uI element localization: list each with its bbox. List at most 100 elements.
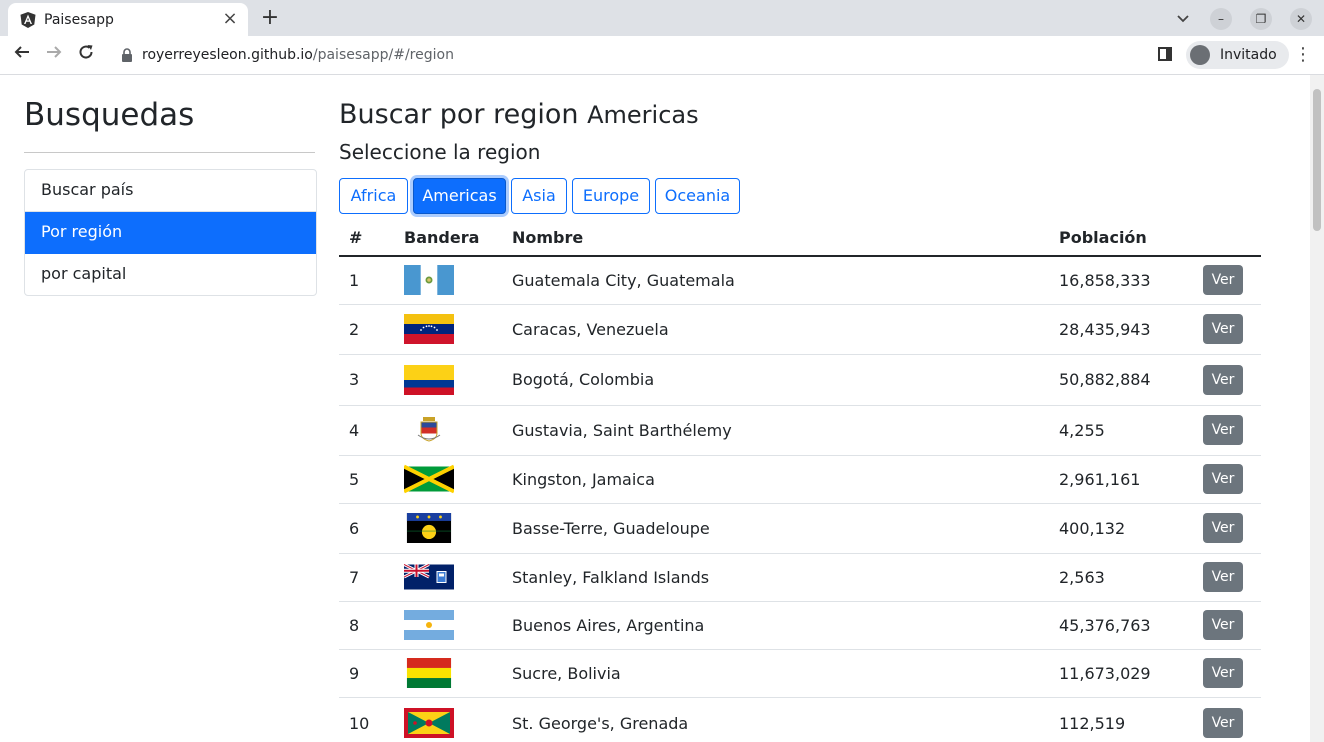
new-tab-icon[interactable]: + (259, 7, 281, 29)
tab-close-icon[interactable]: × (220, 9, 240, 29)
scrollbar-thumb[interactable] (1313, 89, 1321, 231)
browser-toolbar: royerreyesleon.github.io/paisesapp/#/reg… (0, 36, 1324, 75)
row-name: Buenos Aires, Argentina (502, 601, 1049, 650)
row-population: 45,376,763 (1049, 601, 1193, 650)
minimize-icon[interactable]: – (1210, 8, 1232, 30)
table-row: 1 Guatemala City, Guatemala 16,858,333 V… (339, 256, 1261, 305)
row-population: 28,435,943 (1049, 304, 1193, 355)
row-flag (394, 354, 502, 406)
row-number: 9 (339, 649, 394, 698)
table-row: 7 Stanley, Falkland Islands 2,563 Ver (339, 553, 1261, 602)
page-scrollbar[interactable] (1310, 75, 1324, 742)
row-name: Sucre, Bolivia (502, 649, 1049, 698)
page-content: Busquedas Buscar país Por región por cap… (0, 75, 1310, 742)
guatemala-flag-icon (404, 265, 454, 296)
ver-button[interactable]: Ver (1203, 364, 1243, 395)
tab-search-chevron-icon[interactable] (1172, 8, 1194, 30)
reload-icon[interactable] (73, 42, 99, 68)
row-population: 50,882,884 (1049, 354, 1193, 406)
row-name: Stanley, Falkland Islands (502, 553, 1049, 602)
header-population: Población (1049, 220, 1193, 257)
profile-button[interactable]: Invitado (1186, 41, 1289, 69)
region-button-americas[interactable]: Americas (413, 178, 506, 214)
close-window-icon[interactable]: ✕ (1290, 8, 1312, 30)
row-number: 3 (339, 354, 394, 406)
row-action: Ver (1193, 354, 1261, 406)
url-text: royerreyesleon.github.io/paisesapp/#/reg… (142, 47, 454, 63)
table-row: 9 Sucre, Bolivia 11,673,029 Ver (339, 649, 1261, 698)
page-title: Buscar por region Americas (339, 99, 699, 130)
region-button-europe[interactable]: Europe (572, 178, 650, 214)
row-action: Ver (1193, 697, 1261, 742)
ver-button[interactable]: Ver (1203, 610, 1243, 640)
venezuela-flag-icon (404, 314, 454, 344)
back-icon[interactable] (9, 42, 35, 68)
ver-button[interactable]: Ver (1203, 415, 1243, 445)
argentina-flag-icon (404, 610, 454, 640)
row-population: 16,858,333 (1049, 256, 1193, 305)
row-name: Kingston, Jamaica (502, 455, 1049, 504)
ver-button[interactable]: Ver (1203, 265, 1243, 296)
ver-button[interactable]: Ver (1203, 513, 1243, 543)
row-action: Ver (1193, 649, 1261, 698)
tab-title: Paisesapp (44, 12, 114, 28)
row-action: Ver (1193, 304, 1261, 355)
row-action: Ver (1193, 256, 1261, 305)
sidebar-item-por-region[interactable]: Por región (25, 212, 316, 254)
row-flag (394, 304, 502, 355)
avatar-icon (1190, 45, 1210, 65)
row-flag (394, 697, 502, 742)
ver-button[interactable]: Ver (1203, 562, 1243, 592)
header-actions (1193, 220, 1261, 257)
ver-button[interactable]: Ver (1203, 658, 1243, 688)
row-flag (394, 503, 502, 554)
row-name: Guatemala City, Guatemala (502, 256, 1049, 305)
jamaica-flag-icon (404, 464, 454, 494)
row-population: 2,563 (1049, 553, 1193, 602)
region-button-africa[interactable]: Africa (339, 178, 408, 214)
address-bar[interactable]: royerreyesleon.github.io/paisesapp/#/reg… (108, 40, 1144, 70)
forward-icon[interactable] (41, 42, 67, 68)
bolivia-flag-icon (406, 658, 452, 688)
table-row: 2 Caracas, Venezuela 28,435,943 Ver (339, 304, 1261, 355)
ver-button[interactable]: Ver (1203, 314, 1243, 344)
region-subtitle: Seleccione la region (339, 140, 541, 164)
region-button-oceania[interactable]: Oceania (655, 178, 740, 214)
row-action: Ver (1193, 601, 1261, 650)
header-number: # (339, 220, 394, 257)
lock-icon (122, 48, 132, 62)
sidebar-item-buscar-pais[interactable]: Buscar país (25, 170, 316, 212)
row-flag (394, 553, 502, 602)
header-name: Nombre (502, 220, 1049, 257)
ver-button[interactable]: Ver (1203, 464, 1243, 494)
colombia-flag-icon (404, 364, 454, 395)
grenada-flag-icon (404, 708, 454, 738)
page-title-region: Americas (587, 101, 699, 129)
row-number: 1 (339, 256, 394, 305)
sidebar-divider (24, 152, 315, 153)
guadeloupe-flag-icon (406, 513, 452, 543)
table-header-row: # Bandera Nombre Población (339, 220, 1261, 257)
row-number: 10 (339, 697, 394, 742)
row-population: 4,255 (1049, 405, 1193, 456)
row-action: Ver (1193, 455, 1261, 504)
sidebar-item-por-capital[interactable]: por capital (25, 254, 316, 295)
menu-icon[interactable]: ⋮ (1294, 45, 1312, 65)
row-population: 400,132 (1049, 503, 1193, 554)
row-number: 7 (339, 553, 394, 602)
browser-tab[interactable]: Paisesapp × (8, 3, 248, 36)
region-button-asia[interactable]: Asia (511, 178, 567, 214)
row-flag (394, 256, 502, 305)
side-panel-icon[interactable] (1158, 47, 1172, 61)
table-row: 8 Buenos Aires, Argentina 45,376,763 Ver (339, 601, 1261, 650)
ver-button[interactable]: Ver (1203, 708, 1243, 738)
row-flag (394, 649, 502, 698)
row-flag (394, 405, 502, 456)
restore-icon[interactable]: ❐ (1250, 8, 1272, 30)
header-flag: Bandera (394, 220, 502, 257)
saint-barthelemy-flag-icon (404, 415, 454, 445)
row-name: Bogotá, Colombia (502, 354, 1049, 406)
row-flag (394, 601, 502, 650)
row-number: 6 (339, 503, 394, 554)
table-row: 6 Basse-Terre, Guadeloupe 400,132 Ver (339, 503, 1261, 554)
